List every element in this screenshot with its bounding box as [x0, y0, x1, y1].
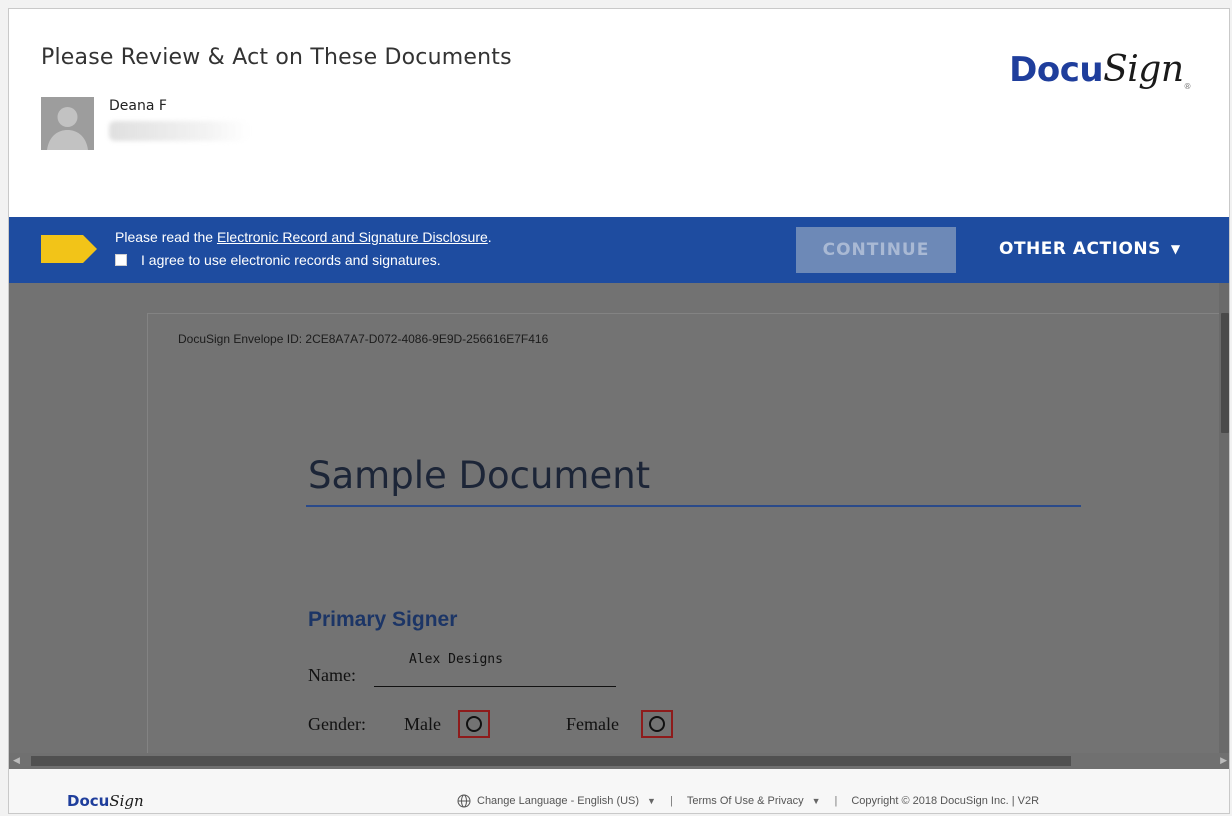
other-actions-menu[interactable]: OTHER ACTIONS ▼: [999, 239, 1181, 259]
header: Please Review & Act on These Documents D…: [9, 9, 1229, 217]
footer: DocuSign Change Language - English (US) …: [9, 769, 1229, 813]
agree-label[interactable]: I agree to use electronic records and si…: [141, 252, 441, 268]
avatar: [41, 97, 94, 150]
agree-row: I agree to use electronic records and si…: [115, 252, 441, 268]
female-radio[interactable]: [641, 710, 673, 738]
male-label: Male: [404, 714, 441, 734]
footer-logo-script: Sign: [109, 792, 144, 810]
footer-links: Change Language - English (US) ▼ | Terms…: [457, 794, 1039, 808]
vertical-scrollbar[interactable]: [1219, 283, 1229, 753]
disclosure-suffix: .: [487, 229, 492, 245]
gender-label: Gender:: [308, 714, 366, 734]
page-title: Please Review & Act on These Documents: [41, 45, 512, 70]
chevron-down-icon[interactable]: ▼: [812, 796, 821, 806]
globe-icon: [457, 794, 471, 808]
document-title: Sample Document: [308, 454, 651, 497]
section-heading: Primary Signer: [308, 608, 458, 631]
scroll-left-arrow-icon[interactable]: ◀: [13, 755, 20, 766]
name-label: Name:: [308, 665, 356, 685]
footer-separator: |: [834, 795, 838, 807]
sender-name: Deana F: [109, 98, 167, 114]
name-field-value[interactable]: Alex Designs: [409, 652, 503, 667]
continue-button[interactable]: CONTINUE: [796, 227, 956, 273]
logo-bold-text: Docu: [1009, 50, 1104, 90]
document-page: DocuSign Envelope ID: 2CE8A7A7-D072-4086…: [147, 313, 1219, 753]
male-radio[interactable]: [458, 710, 490, 738]
docusign-signing-window: Please Review & Act on These Documents D…: [8, 8, 1230, 814]
disclosure-text: Please read the Electronic Record and Si…: [115, 229, 492, 245]
flag-icon: [41, 235, 97, 263]
terms-privacy-link[interactable]: Terms Of Use & Privacy: [687, 795, 804, 807]
horizontal-scrollbar[interactable]: ◀ ▶: [9, 753, 1229, 769]
sender-email-redacted: [109, 121, 249, 141]
docusign-logo: DocuSign®: [1009, 49, 1191, 91]
document-viewport: DocuSign Envelope ID: 2CE8A7A7-D072-4086…: [9, 283, 1219, 753]
title-underline: [306, 505, 1081, 507]
name-field-line: [374, 686, 616, 687]
copyright-text: Copyright © 2018 DocuSign Inc. | V2R: [851, 795, 1040, 807]
footer-docusign-logo: DocuSign: [67, 792, 144, 810]
chevron-down-icon[interactable]: ▼: [647, 796, 656, 806]
footer-separator: |: [669, 795, 673, 807]
disclosure-prefix: Please read the: [115, 229, 217, 245]
logo-registered-mark: ®: [1183, 81, 1192, 91]
envelope-id: DocuSign Envelope ID: 2CE8A7A7-D072-4086…: [178, 332, 549, 346]
disclosure-link[interactable]: Electronic Record and Signature Disclosu…: [217, 229, 488, 245]
vertical-scrollbar-thumb[interactable]: [1221, 313, 1229, 433]
radio-circle-icon: [649, 716, 665, 732]
person-silhouette-icon: [41, 97, 94, 150]
footer-logo-bold: Docu: [67, 792, 110, 810]
scroll-right-arrow-icon[interactable]: ▶: [1220, 755, 1227, 766]
logo-script-text: Sign: [1103, 49, 1184, 90]
radio-circle-icon: [466, 716, 482, 732]
agree-checkbox[interactable]: [115, 254, 127, 266]
chevron-down-icon: ▼: [1170, 242, 1181, 256]
horizontal-scrollbar-thumb[interactable]: [31, 756, 1071, 766]
female-label: Female: [566, 714, 619, 734]
change-language-link[interactable]: Change Language - English (US): [477, 795, 639, 807]
other-actions-label: OTHER ACTIONS: [999, 239, 1161, 259]
